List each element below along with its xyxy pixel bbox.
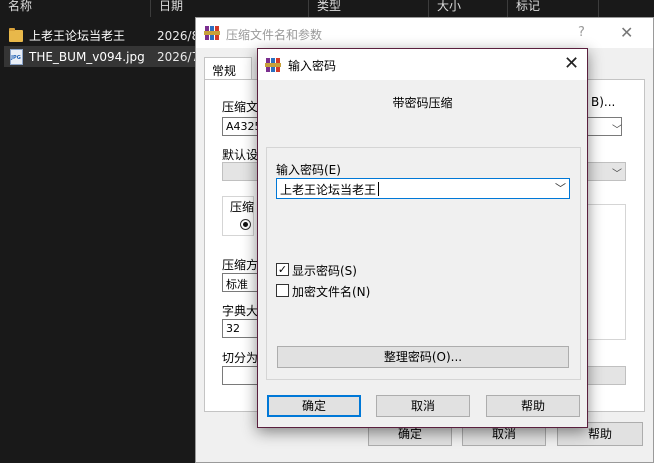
encrypt-filenames-checkbox[interactable]	[276, 284, 289, 297]
file-name: 上老王论坛当老王	[29, 29, 126, 43]
encrypt-filenames-label[interactable]: 加密文件名(N)	[292, 283, 370, 300]
enter-password-dialog: 输入密码 ✕ 带密码压缩 输入密码(E) 上老王论坛当老王 ﹀ ✓ 显示密码(S…	[257, 48, 588, 428]
help-button[interactable]: 帮助	[486, 395, 580, 417]
browse-button[interactable]: B)...	[591, 95, 615, 109]
dialog-title: 输入密码	[288, 59, 337, 73]
method-value: 标准	[226, 278, 248, 291]
file-date: 2026/8	[157, 28, 200, 43]
column-header-size[interactable]: 大小	[429, 0, 508, 17]
chevron-down-icon[interactable]: ﹀	[612, 165, 622, 180]
password-label: 输入密码(E)	[276, 163, 341, 177]
column-header-tags[interactable]: 标记	[508, 0, 599, 17]
chevron-down-icon[interactable]: ﹀	[612, 121, 622, 136]
close-button[interactable]: ✕	[564, 53, 579, 74]
dictionary-combo[interactable]: 32	[222, 319, 262, 338]
dialog-subtitle: 带密码压缩	[392, 96, 453, 110]
column-header-type[interactable]: 类型	[309, 0, 429, 17]
archive-name-label: 压缩文	[222, 100, 259, 114]
format-radio[interactable]	[240, 219, 251, 230]
chevron-down-icon[interactable]: ﹀	[555, 180, 566, 196]
folder-icon	[8, 27, 24, 44]
close-button[interactable]: ✕	[620, 23, 633, 42]
text-caret	[378, 182, 379, 196]
file-row[interactable]: 上老王论坛当老王 2026/8	[4, 25, 200, 46]
file-row[interactable]: JPG THE_BUM_v094.jpg 2026/7	[4, 46, 200, 67]
help-question-button[interactable]: ?	[578, 25, 585, 40]
column-header-name[interactable]: 名称	[0, 0, 151, 17]
split-volumes-label: 切分为	[222, 351, 259, 365]
method-combo[interactable]: 标准	[222, 273, 262, 292]
file-name: THE_BUM_v094.jpg	[29, 49, 145, 64]
dialog-title: 压缩文件名和参数	[226, 28, 323, 42]
dictionary-value: 32	[226, 322, 240, 335]
ok-button[interactable]: 确定	[267, 395, 361, 417]
show-password-label[interactable]: 显示密码(S)	[292, 262, 357, 279]
tab-general[interactable]: 常规	[204, 57, 252, 80]
set-password-button[interactable]	[586, 366, 626, 385]
file-date: 2026/7	[157, 49, 200, 64]
cancel-button[interactable]: 取消	[376, 395, 470, 417]
column-header-date[interactable]: 日期	[151, 0, 309, 17]
winrar-icon	[265, 57, 281, 76]
dialog-titlebar[interactable]: 压缩文件名和参数 ? ✕	[196, 18, 653, 48]
method-label: 压缩方	[222, 258, 259, 272]
default-profile-label: 默认设	[222, 148, 259, 162]
format-group-label: 压缩	[230, 200, 255, 214]
dictionary-label: 字典大	[222, 304, 259, 318]
password-input[interactable]: 上老王论坛当老王 ﹀	[276, 178, 570, 199]
dialog-titlebar[interactable]: 输入密码 ✕	[258, 49, 587, 80]
split-volumes-combo[interactable]	[222, 366, 262, 385]
password-value: 上老王论坛当老王	[280, 183, 377, 197]
jpg-file-icon: JPG	[8, 48, 24, 65]
show-password-checkbox[interactable]: ✓	[276, 263, 289, 276]
winrar-icon	[204, 25, 220, 44]
options-group	[586, 204, 626, 340]
organize-passwords-button[interactable]: 整理密码(O)...	[277, 346, 569, 368]
